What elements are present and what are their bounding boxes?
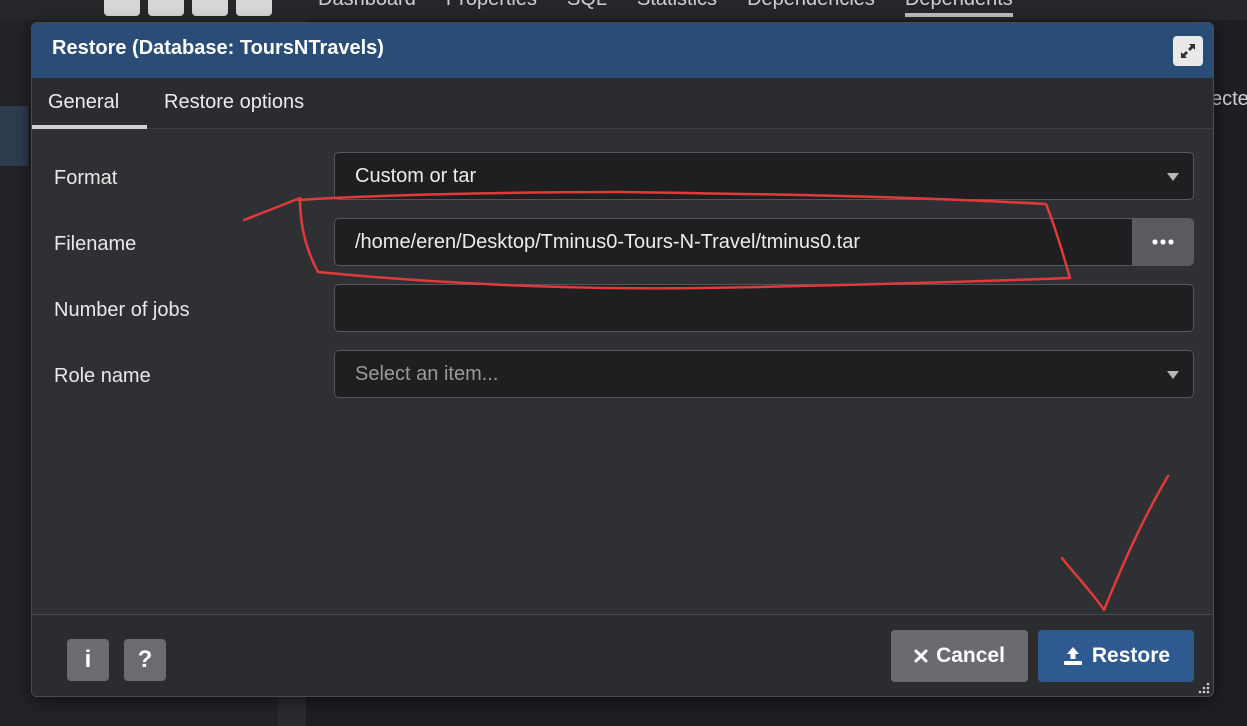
tab-restore-options[interactable]: Restore options xyxy=(164,91,304,114)
restore-dialog: Restore (Database: ToursNTravels) Genera… xyxy=(31,22,1214,697)
format-label: Format xyxy=(54,167,118,189)
expand-icon xyxy=(1181,44,1195,58)
active-tab-indicator xyxy=(32,125,147,129)
tab-general[interactable]: General xyxy=(48,91,119,114)
cancel-label: Cancel xyxy=(936,644,1005,667)
dialog-footer: i ? Cancel Restore xyxy=(32,614,1213,696)
app-toolbar xyxy=(104,0,272,16)
role-placeholder: Select an item... xyxy=(355,363,499,385)
app-tabs: Dashboard Properties SQL Statistics Depe… xyxy=(318,0,1013,17)
info-button[interactable]: i xyxy=(67,639,109,681)
role-label: Role name xyxy=(54,365,151,387)
jobs-input[interactable] xyxy=(334,284,1194,332)
chevron-down-icon xyxy=(1167,371,1179,379)
restore-button[interactable]: Restore xyxy=(1038,630,1194,682)
dialog-title: Restore (Database: ToursNTravels) xyxy=(52,37,384,59)
ellipsis-icon xyxy=(1152,239,1174,245)
sidebar-selected-item[interactable] xyxy=(0,106,28,166)
resize-grip-icon[interactable] xyxy=(1198,682,1210,694)
format-value: Custom or tar xyxy=(355,165,477,187)
close-icon xyxy=(914,649,928,663)
tab-properties[interactable]: Properties xyxy=(446,0,537,17)
toolbar-button[interactable] xyxy=(192,0,228,16)
filename-input[interactable]: /home/eren/Desktop/Tminus0-Tours-N-Trave… xyxy=(334,218,1134,266)
role-select[interactable]: Select an item... xyxy=(334,350,1194,398)
toolbar-button[interactable] xyxy=(148,0,184,16)
cancel-button[interactable]: Cancel xyxy=(891,630,1028,682)
dialog-title-bar[interactable]: Restore (Database: ToursNTravels) xyxy=(32,23,1213,78)
background-panel-text: ecte xyxy=(1211,88,1247,110)
filename-label: Filename xyxy=(54,233,137,255)
browse-file-button[interactable] xyxy=(1132,218,1194,266)
tab-statistics[interactable]: Statistics xyxy=(637,0,717,17)
help-icon: ? xyxy=(137,646,153,673)
filename-value: /home/eren/Desktop/Tminus0-Tours-N-Trave… xyxy=(355,231,860,253)
toolbar-button[interactable] xyxy=(236,0,272,16)
upload-icon xyxy=(1063,647,1082,665)
restore-label: Restore xyxy=(1091,644,1171,667)
tab-dependencies[interactable]: Dependencies xyxy=(747,0,875,17)
help-button[interactable]: ? xyxy=(124,639,166,681)
toolbar-button[interactable] xyxy=(104,0,140,16)
jobs-label: Number of jobs xyxy=(54,299,190,321)
tab-dependents[interactable]: Dependents xyxy=(904,0,1013,17)
dialog-tabs: General Restore options xyxy=(32,78,1213,129)
chevron-down-icon xyxy=(1167,173,1179,181)
tab-sql[interactable]: SQL xyxy=(567,0,607,17)
maximize-button[interactable] xyxy=(1173,36,1203,66)
tab-dashboard[interactable]: Dashboard xyxy=(318,0,416,17)
format-select[interactable]: Custom or tar xyxy=(334,152,1194,200)
info-icon: i xyxy=(84,646,92,673)
